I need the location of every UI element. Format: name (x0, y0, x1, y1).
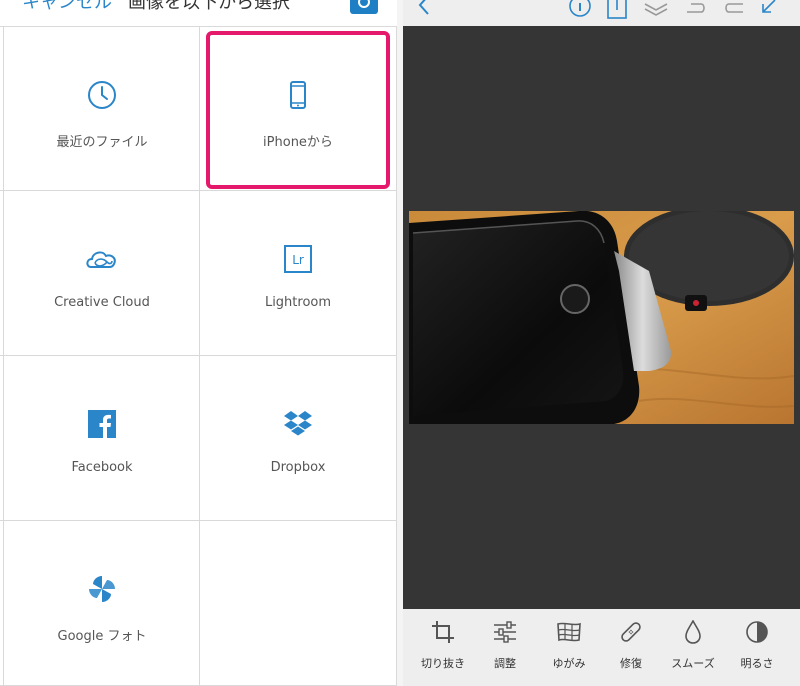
tile-label: Dropbox (270, 460, 326, 475)
tool-warp[interactable]: ゆがみ (537, 609, 601, 686)
editor-panel: 切り抜き 調整 ゆがみ 修復 スムーズ 明るさ (403, 0, 800, 686)
camera-button[interactable] (350, 0, 378, 14)
editor-tools-toolbar: 切り抜き 調整 ゆがみ 修復 スムーズ 明るさ (403, 609, 800, 686)
info-icon[interactable] (568, 0, 592, 22)
svg-text:Lr: Lr (292, 253, 304, 267)
tile-google-photos[interactable]: Google フォト (4, 521, 200, 684)
brightness-icon (746, 621, 768, 643)
redo-icon[interactable] (721, 0, 747, 22)
crop-icon (432, 621, 454, 643)
picker-title: 画像を以下から選択 (128, 0, 290, 13)
google-photos-icon (86, 573, 118, 605)
back-icon[interactable] (417, 0, 431, 22)
tile-lightroom[interactable]: Lr Lightroom (200, 191, 396, 354)
tool-brightness[interactable]: 明るさ (725, 609, 789, 686)
tool-heal[interactable]: 修復 (599, 609, 663, 686)
warp-grid-icon (557, 622, 581, 642)
source-picker-panel: キャンセル 画像を以下から選択 最近のファイル iPhoneから Creativ… (0, 0, 397, 686)
tool-crop[interactable]: 切り抜き (411, 609, 475, 686)
photo-canvas[interactable] (409, 211, 794, 424)
tile-label: Facebook (71, 460, 133, 475)
export-icon[interactable] (606, 0, 628, 24)
lightroom-icon: Lr (282, 243, 314, 275)
tile-label: Lightroom (264, 295, 332, 310)
tool-label: 明るさ (740, 657, 774, 670)
creative-cloud-icon (84, 243, 120, 275)
tool-adjust[interactable]: 調整 (473, 609, 537, 686)
dropbox-icon (282, 408, 314, 440)
tile-recent-files[interactable]: 最近のファイル (4, 27, 200, 190)
tile-label: Google フォト (57, 629, 147, 644)
tile-dropbox[interactable]: Dropbox (200, 356, 396, 519)
editor-top-toolbar (403, 0, 800, 26)
tool-smooth[interactable]: スムーズ (661, 609, 725, 686)
clock-icon (86, 79, 118, 111)
bandage-icon (621, 622, 641, 642)
camera-icon (358, 0, 370, 8)
collapse-icon[interactable] (758, 0, 778, 22)
cancel-button[interactable]: キャンセル (22, 0, 112, 14)
tile-empty (200, 521, 396, 684)
layers-icon[interactable] (643, 0, 669, 22)
facebook-icon (86, 408, 118, 440)
sliders-icon (494, 621, 516, 643)
tile-facebook[interactable]: Facebook (4, 356, 200, 519)
undo-icon[interactable] (683, 0, 709, 22)
picker-header: キャンセル 画像を以下から選択 (0, 0, 397, 26)
tile-label: 最近のファイル (56, 135, 148, 150)
tile-label: Creative Cloud (54, 295, 150, 310)
drop-icon (685, 620, 701, 644)
highlight-box (206, 31, 390, 189)
tile-creative-cloud[interactable]: Creative Cloud (4, 191, 200, 354)
